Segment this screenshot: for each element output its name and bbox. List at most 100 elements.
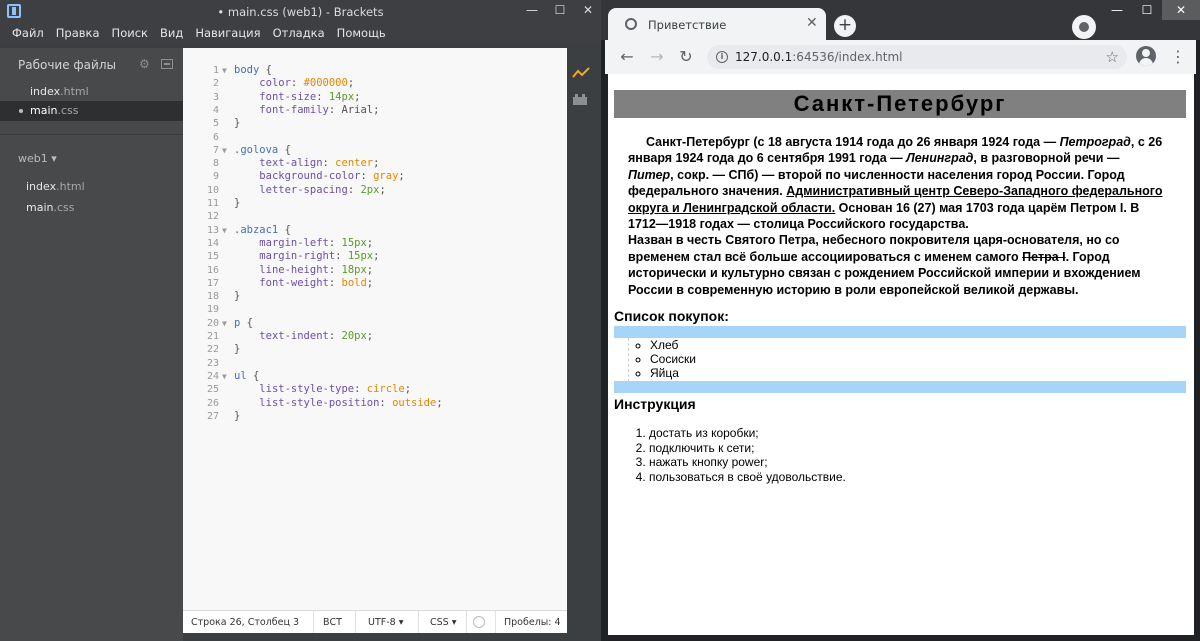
forward-arrow-icon[interactable]: → — [646, 46, 668, 68]
encoding-select[interactable]: UTF-8 ▾ — [368, 617, 403, 628]
code-line[interactable]: 11} — [183, 197, 567, 210]
line-number: 2 — [212, 78, 219, 90]
language-select[interactable]: CSS ▾ — [430, 617, 456, 628]
menu-navigate[interactable]: Навигация — [189, 24, 266, 44]
code-text: font-weight: bold; — [259, 276, 374, 289]
new-tab-button[interactable]: + — [834, 15, 856, 37]
code-line[interactable]: 15 margin-right: 15px; — [183, 250, 567, 263]
code-editor[interactable]: 1 ▼ body {2 color: #000000; 3 font-size: 14… — [183, 48, 567, 610]
code-line[interactable]: 8 text-align: center; — [183, 157, 567, 170]
code-line[interactable]: 12 — [183, 210, 567, 223]
fold-arrow-icon[interactable]: ▼ — [222, 64, 227, 77]
menu-debug[interactable]: Отладка — [267, 24, 331, 44]
line-number: 9 — [212, 171, 219, 183]
code-text: list-style-type: circle; — [259, 383, 412, 396]
code-line[interactable]: 16 line-height: 18px; — [183, 264, 567, 277]
code-line[interactable]: 22} — [183, 343, 567, 356]
code-line[interactable]: 24 ▼ ul { — [183, 370, 567, 383]
profile-avatar-icon[interactable] — [1136, 46, 1156, 66]
indent-spaces[interactable]: Пробелы: 4 — [504, 617, 561, 628]
insert-mode[interactable]: ВСТ — [323, 617, 342, 628]
line-number: 25 — [206, 384, 219, 396]
project-dropdown[interactable]: web1 ▾ — [18, 152, 57, 165]
split-view-icon[interactable] — [161, 59, 173, 69]
code-line[interactable]: 25 list-style-type: circle; — [183, 383, 567, 396]
url-host: 127.0.0.1 — [735, 50, 793, 64]
code-line[interactable]: 4 font-family: Arial; — [183, 104, 567, 117]
code-line[interactable]: 20 ▼ p { — [183, 317, 567, 330]
info-icon[interactable]: i — [716, 51, 728, 63]
working-files-header: Рабочие файлы — [18, 58, 116, 72]
status-bar: Строка 26, Столбец 3 ВСТ UTF-8 ▾ CSS ▾ П… — [183, 610, 567, 634]
line-number: 7 — [212, 144, 219, 156]
code-line[interactable]: 10 letter-spacing: 2px; — [183, 184, 567, 197]
list-item: Сосиски — [650, 352, 1186, 366]
code-line[interactable]: 26 list-style-position: outside; — [183, 397, 567, 410]
minimize-icon[interactable]: — — [1102, 0, 1132, 20]
code-line[interactable]: 23 — [183, 357, 567, 370]
linter-status-icon[interactable] — [473, 616, 485, 628]
code-line[interactable]: 1 ▼ body { — [183, 64, 567, 77]
code-text: } — [234, 197, 241, 209]
list-item: достать из коробки; — [649, 426, 1168, 441]
reload-icon[interactable]: ↻ — [675, 46, 697, 68]
project-file-main[interactable]: main.css — [26, 201, 75, 214]
code-line[interactable]: 13 ▼ .abzac1 { — [183, 224, 567, 237]
list-item: Яйца — [650, 366, 1186, 380]
fold-arrow-icon[interactable]: ▼ — [222, 317, 227, 330]
line-number: 18 — [206, 291, 219, 303]
browser-tab[interactable]: Приветствие ✕ — [608, 8, 826, 40]
working-file-index[interactable]: index.html — [0, 82, 183, 102]
line-number: 1 — [212, 65, 219, 76]
extension-manager-icon[interactable] — [572, 92, 588, 106]
code-line[interactable]: 7 ▼ .golova { — [183, 144, 567, 157]
code-text: p { — [234, 316, 253, 329]
line-number: 26 — [206, 397, 219, 409]
shopping-list-title: Список покупок: — [614, 308, 729, 324]
code-line[interactable]: 19 — [183, 303, 567, 316]
fold-arrow-icon[interactable]: ▼ — [222, 370, 227, 383]
code-line[interactable]: 14 margin-left: 15px; — [183, 237, 567, 250]
code-text: font-size: 14px; — [259, 90, 361, 103]
tab-close-icon[interactable]: ✕ — [806, 15, 818, 31]
minimize-icon[interactable]: — — [525, 3, 539, 17]
back-arrow-icon[interactable]: ← — [616, 46, 638, 68]
list-item: пользоваться в своё удовольствие. — [649, 470, 1168, 485]
tab-search-icon[interactable] — [1072, 15, 1096, 39]
menu-find[interactable]: Поиск — [106, 24, 154, 44]
close-icon[interactable]: ✕ — [1162, 0, 1200, 20]
working-file-main[interactable]: main.css — [0, 101, 183, 121]
gear-icon[interactable]: ⚙ — [139, 58, 151, 70]
menu-file[interactable]: Файл — [6, 24, 50, 44]
project-file-index[interactable]: index.html — [26, 180, 85, 193]
file-ext: .css — [53, 201, 75, 214]
code-line[interactable]: 3 font-size: 14px; — [183, 91, 567, 104]
status-separator — [466, 611, 467, 634]
menu-edit[interactable]: Правка — [50, 24, 106, 44]
sidebar-divider — [0, 134, 183, 135]
code-line[interactable]: 2 color: #000000; — [183, 77, 567, 90]
close-icon[interactable]: ✕ — [581, 3, 595, 17]
code-text: margin-right: 15px; — [259, 250, 380, 263]
live-preview-icon[interactable] — [572, 66, 590, 80]
code-line[interactable]: 27} — [183, 410, 567, 423]
code-line[interactable]: 5} — [183, 117, 567, 130]
code-line[interactable]: 9 background-color: gray; — [183, 170, 567, 183]
fold-arrow-icon[interactable]: ▼ — [222, 224, 227, 237]
brackets-titlebar: • main.css (web1) - Brackets — ☐ ✕ — [0, 0, 601, 24]
more-menu-icon[interactable]: ⋮ — [1170, 46, 1186, 68]
code-line[interactable]: 17 font-weight: bold; — [183, 277, 567, 290]
fold-arrow-icon[interactable]: ▼ — [222, 144, 227, 157]
tab-title: Приветствие — [648, 18, 727, 32]
code-line[interactable]: 6 — [183, 131, 567, 144]
line-number: 3 — [212, 91, 219, 103]
maximize-icon[interactable]: ☐ — [553, 3, 567, 17]
maximize-icon[interactable]: ☐ — [1132, 0, 1162, 20]
menu-help[interactable]: Помощь — [331, 24, 392, 44]
code-line[interactable]: 21 text-indent: 20px; — [183, 330, 567, 343]
bookmark-star-icon[interactable]: ☆ — [1106, 48, 1119, 66]
address-bar[interactable]: i 127.0.0.1:64536/index.html ☆ — [707, 45, 1127, 69]
code-line[interactable]: 18} — [183, 290, 567, 303]
menu-view[interactable]: Вид — [154, 24, 189, 44]
line-number: 16 — [206, 264, 219, 276]
